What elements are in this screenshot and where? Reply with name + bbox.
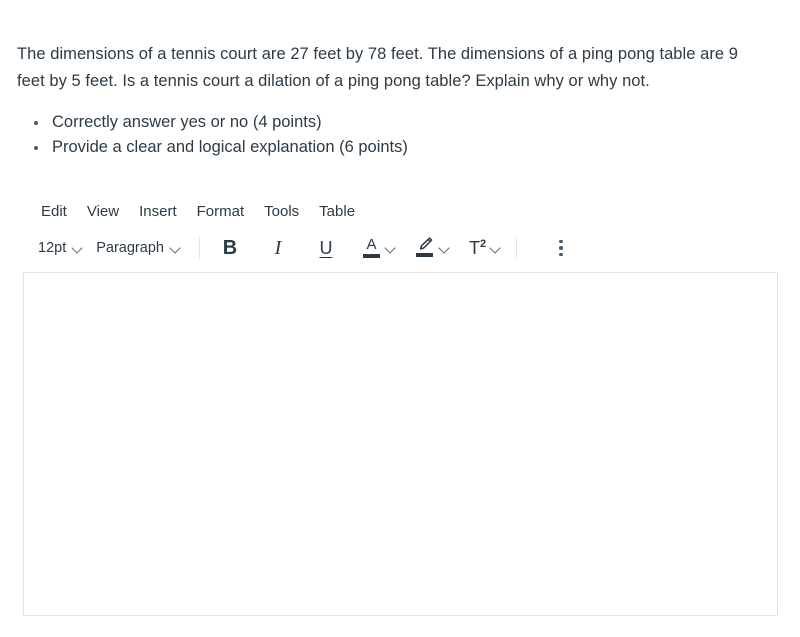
menu-item-tools[interactable]: Tools bbox=[254, 196, 309, 228]
block-format-select[interactable]: Paragraph bbox=[89, 236, 187, 260]
font-size-value: 12pt bbox=[38, 240, 67, 256]
chevron-down-icon[interactable] bbox=[440, 244, 449, 253]
text-color-icon: A bbox=[362, 237, 381, 259]
text-color-swatch bbox=[362, 254, 380, 258]
bold-button[interactable]: B bbox=[212, 233, 248, 263]
menu-item-insert[interactable]: Insert bbox=[129, 196, 187, 228]
toolbar-divider bbox=[198, 237, 200, 259]
editor-menubar: Edit View Insert Format Tools Table bbox=[23, 196, 780, 228]
chevron-down-icon[interactable] bbox=[491, 244, 500, 253]
superscript-exponent: 2 bbox=[479, 238, 487, 250]
grading-criteria-list: Correctly answer yes or no (4 points) Pr… bbox=[20, 110, 644, 160]
highlight-color-button[interactable] bbox=[411, 233, 453, 263]
menu-item-edit[interactable]: Edit bbox=[31, 196, 77, 228]
block-format-value: Paragraph bbox=[96, 240, 164, 256]
answer-text-area[interactable] bbox=[23, 272, 778, 616]
list-item: Correctly answer yes or no (4 points) bbox=[34, 110, 644, 135]
question-prompt: The dimensions of a tennis court are 27 … bbox=[17, 41, 769, 95]
menu-item-table[interactable]: Table bbox=[309, 196, 365, 228]
chevron-down-icon bbox=[171, 244, 180, 253]
italic-icon: I bbox=[274, 237, 282, 259]
superscript-base: T bbox=[468, 238, 480, 258]
editor-toolbar: 12pt Paragraph B I U A T2 bbox=[23, 228, 780, 268]
toolbar-divider bbox=[516, 237, 518, 259]
question-page: The dimensions of a tennis court are 27 … bbox=[0, 0, 800, 637]
text-color-button[interactable]: A bbox=[358, 233, 399, 263]
superscript-button[interactable]: T2 bbox=[465, 233, 504, 263]
superscript-icon: T2 bbox=[468, 238, 487, 258]
more-options-button[interactable] bbox=[543, 233, 579, 263]
text-color-letter: A bbox=[366, 236, 377, 253]
bold-icon: B bbox=[222, 237, 238, 259]
kebab-dot bbox=[559, 239, 563, 244]
menu-item-format[interactable]: Format bbox=[187, 196, 255, 228]
italic-button[interactable]: I bbox=[260, 233, 296, 263]
chevron-down-icon[interactable] bbox=[386, 244, 395, 253]
highlighter-pen-icon bbox=[415, 237, 435, 259]
rich-text-editor: Edit View Insert Format Tools Table 12pt… bbox=[23, 196, 780, 616]
list-item: Provide a clear and logical explanation … bbox=[34, 135, 644, 160]
kebab-menu-icon bbox=[559, 239, 563, 257]
menu-item-view[interactable]: View bbox=[77, 196, 129, 228]
chevron-down-icon bbox=[73, 244, 82, 253]
highlight-color-swatch bbox=[415, 253, 433, 257]
question-prompt-text: The dimensions of a tennis court are 27 … bbox=[17, 45, 738, 90]
underline-button[interactable]: U bbox=[308, 233, 344, 263]
pen-glyph bbox=[419, 237, 433, 250]
underline-icon: U bbox=[319, 238, 333, 258]
font-size-select[interactable]: 12pt bbox=[31, 236, 89, 260]
kebab-dot bbox=[559, 246, 563, 250]
kebab-dot bbox=[559, 252, 563, 257]
